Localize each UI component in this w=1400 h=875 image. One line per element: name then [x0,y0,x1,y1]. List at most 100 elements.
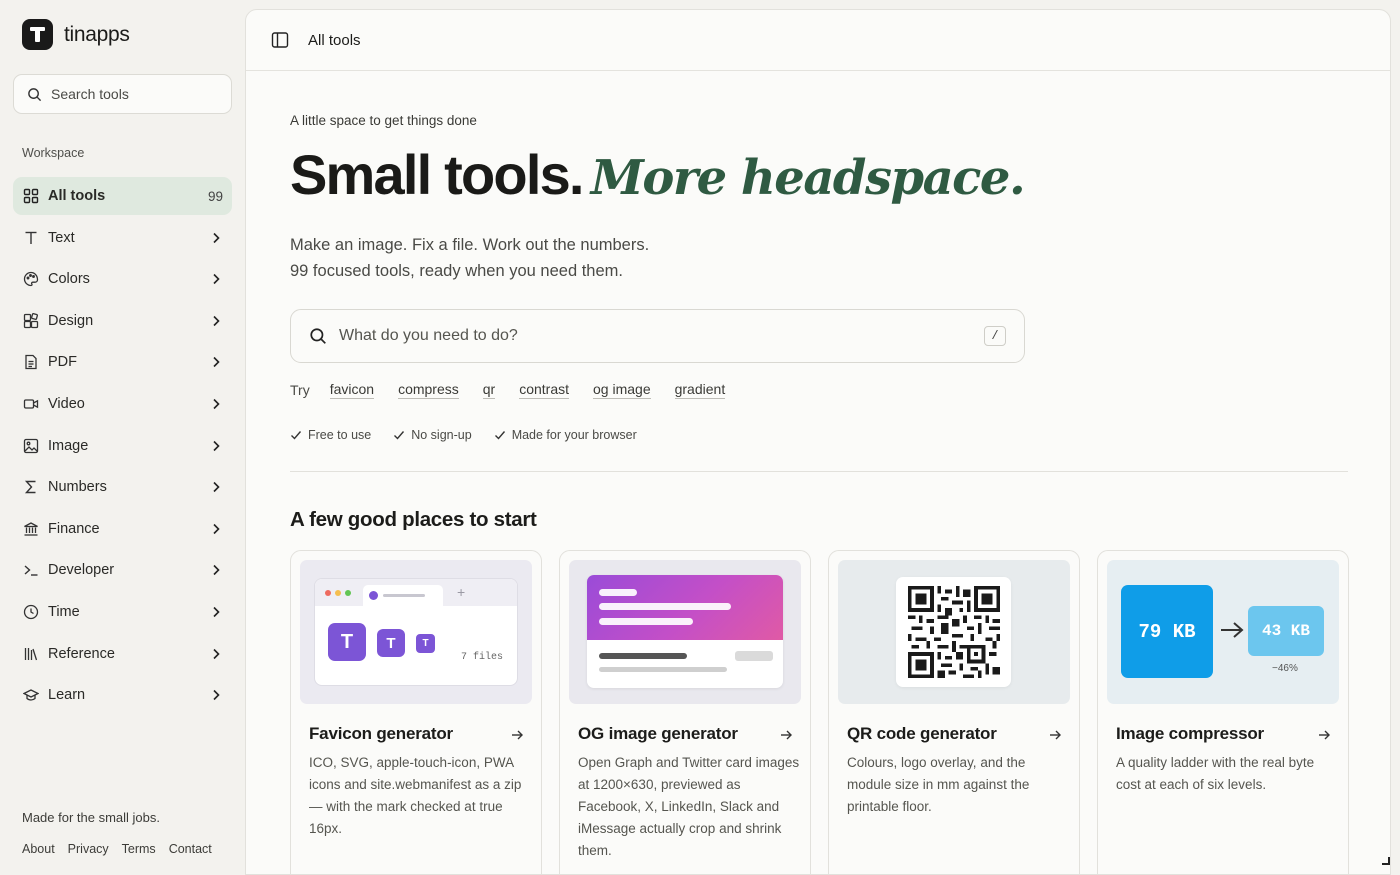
original-size: 79 KB [1121,585,1213,678]
files-count: 7 files [460,652,503,663]
sidebar-item-all-tools[interactable]: All tools 99 [13,177,232,215]
sidebar-item-design[interactable]: Design [13,302,232,340]
hero-lede: Make an image. Fix a file. Work out the … [290,232,750,284]
chevron-right-icon [209,314,223,328]
chevron-right-icon [209,272,223,286]
perk: No sign-up [393,428,472,442]
perk: Free to use [290,428,371,442]
suggestion-chip-og-image[interactable]: og image [593,381,651,399]
qr-code-preview [838,560,1070,704]
perks: Free to use No sign-up Made for your bro… [290,428,637,442]
suggestion-chip-contrast[interactable]: contrast [519,381,570,399]
tool-card-favicon[interactable]: + T T T 7 files Favicon generator ICO, S… [290,550,542,874]
palette-icon [22,270,40,288]
suggestion-chip-gradient[interactable]: gradient [674,381,726,399]
resize-handle-icon[interactable] [1382,857,1390,865]
sidebar-item-label: PDF [48,354,77,371]
footer-link-privacy[interactable]: Privacy [68,842,109,856]
footer-link-terms[interactable]: Terms [122,842,156,856]
sidebar-item-label: Numbers [48,479,107,496]
sidebar-item-label: Video [48,395,85,412]
sidebar-item-label: Colors [48,271,90,288]
document-icon [22,353,40,371]
sidebar-item-learn[interactable]: Learn [13,676,232,714]
favicon-mark [369,591,378,600]
chevron-right-icon [209,480,223,494]
sidebar-section-label: Workspace [22,146,85,160]
chevron-right-icon [209,605,223,619]
suggestion-chip-favicon[interactable]: favicon [329,381,375,399]
main-panel: All tools A little space to get things d… [245,9,1391,875]
arrow-right-icon [512,730,523,740]
sidebar-search-input[interactable] [51,86,221,102]
hero-title-italic: More headspace. [590,150,1026,206]
divider [290,471,1348,472]
sidebar-item-finance[interactable]: Finance [13,510,232,548]
sidebar-toggle-icon [271,32,289,48]
size-reduction: −46% [1272,663,1298,674]
sidebar-search[interactable] [13,74,232,114]
footer-link-about[interactable]: About [22,842,55,856]
sigma-icon [22,478,40,496]
tool-card-image-compressor[interactable]: 79 KB 43 KB −46% Image compressor A qual… [1097,550,1349,874]
card-description: Open Graph and Twitter card images at 12… [578,755,800,858]
sidebar-item-label: Reference [48,645,115,662]
search-icon [310,328,326,344]
sidebar-item-label: Learn [48,687,86,704]
sidebar-item-colors[interactable]: Colors [13,260,232,298]
card-title: Favicon generator [309,724,453,743]
sidebar-item-time[interactable]: Time [13,593,232,631]
hero-lede-line: Make an image. Fix a file. Work out the … [290,236,650,254]
favicon-preview: + T T T 7 files [300,560,532,704]
library-icon [22,645,40,663]
sidebar-item-numbers[interactable]: Numbers [13,468,232,506]
graduation-cap-icon [22,686,40,704]
qr-code-icon [907,586,1000,678]
footer-link-contact[interactable]: Contact [169,842,212,856]
sidebar-item-label: Finance [48,520,100,537]
suggestion-chip-compress[interactable]: compress [398,381,459,399]
keyboard-shortcut-hint: / [984,326,1006,346]
app-name: tinapps [64,22,130,46]
image-icon [22,437,40,455]
sidebar-item-label: Time [48,603,80,620]
sidebar-item-image[interactable]: Image [13,427,232,465]
check-icon [494,431,505,440]
sidebar-item-video[interactable]: Video [13,385,232,423]
card-description: ICO, SVG, apple-touch-icon, PWA icons an… [309,755,522,836]
hero-eyebrow: A little space to get things done [290,113,477,128]
chevron-right-icon [209,688,223,702]
sidebar-footer-text: Made for the small jobs. [22,810,161,825]
brand[interactable]: tinapps [22,19,130,50]
chevron-right-icon [209,647,223,661]
try-suggestions: Try favicon compress qr contrast og imag… [290,381,749,399]
video-icon [22,395,40,413]
arrow-right-icon [781,730,792,740]
card-title: Image compressor [1116,724,1264,743]
sidebar-item-pdf[interactable]: PDF [13,343,232,381]
chevron-right-icon [209,563,223,577]
card-description: Colours, logo overlay, and the module si… [847,755,1030,814]
main-search[interactable]: / [290,309,1025,363]
favicon-medium: T [377,629,405,657]
tool-card-qr-code[interactable]: QR code generator Colours, logo overlay,… [828,550,1080,874]
chevron-right-icon [209,397,223,411]
search-icon [28,87,42,101]
chevron-right-icon [209,522,223,536]
sidebar-item-text[interactable]: Text [13,219,232,257]
bank-icon [22,520,40,538]
suggestion-chip-qr[interactable]: qr [482,381,496,399]
arrow-right-icon [1319,730,1330,740]
grid-icon [22,187,40,205]
sidebar-toggle-button[interactable] [270,30,290,50]
tool-card-og-image[interactable]: OG image generator Open Graph and Twitte… [559,550,811,874]
card-description: A quality ladder with the real byte cost… [1116,755,1315,792]
sidebar-item-reference[interactable]: Reference [13,635,232,673]
text-icon [22,229,40,247]
sidebar-item-label: Developer [48,562,115,579]
hero-title: Small tools. More headspace. [290,139,1026,219]
clock-icon [22,603,40,621]
sidebar-item-developer[interactable]: Developer [13,551,232,589]
main-search-input[interactable] [339,327,972,345]
sidebar-item-label: Design [48,312,94,329]
